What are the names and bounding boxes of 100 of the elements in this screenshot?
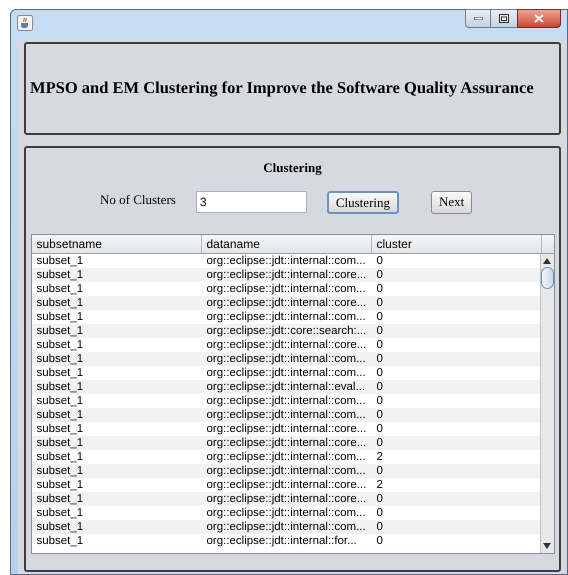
table-cell-text: 0: [376, 520, 383, 534]
table-cell-text: org::eclipse::jdt::internal::com...: [206, 394, 367, 408]
table-cell-text: org::eclipse::jdt::internal::com...: [206, 310, 367, 324]
table-cell-text: 0: [376, 296, 383, 310]
table-cell-text: subset_1: [36, 492, 84, 506]
table-cell-text: org::eclipse::jdt::internal::com...: [206, 366, 367, 380]
table-cell-text: org::eclipse::jdt::internal::com...: [206, 282, 367, 296]
table-row[interactable]: subset_1 org::eclipse::jdt::internal::com... 0: [32, 310, 540, 324]
close-button[interactable]: [517, 9, 561, 28]
field-label: No of Clusters: [100, 191, 176, 210]
table-cell-text: subset_1: [36, 450, 84, 464]
minimize-button[interactable]: [465, 9, 491, 28]
table-cell-text: 0: [376, 254, 383, 268]
table-cell-text: org::eclipse::jdt::internal::com...: [206, 352, 367, 366]
table-cell-text: org::eclipse::jdt::internal::core...: [206, 338, 368, 352]
table-cell-text: subset_1: [36, 436, 84, 450]
table-cell-text: subset_1: [36, 506, 84, 520]
table-row[interactable]: subset_1 org::eclipse::jdt::internal::core... 2: [32, 478, 540, 492]
table-row[interactable]: subset_1 org::eclipse::jdt::internal::com... 0: [32, 282, 540, 296]
table-cell-text: 0: [376, 338, 383, 352]
close-icon: [534, 14, 544, 23]
table-row[interactable]: subset_1 org::eclipse::jdt::internal::com... 0: [32, 394, 540, 408]
table-row[interactable]: subset_1 org::eclipse::jdt::internal::core... 0: [32, 492, 540, 506]
coffee-cup-icon: [17, 15, 33, 31]
table-cell-text: 2: [376, 478, 383, 492]
clusters-field[interactable]: 3: [196, 191, 307, 213]
panel-title: Clustering: [263, 159, 322, 177]
table-cell-text: subset_1: [36, 478, 84, 492]
column-header[interactable]: cluster: [372, 234, 542, 252]
table-cell-text: subset_1: [36, 366, 84, 380]
table-cell-text: subset_1: [36, 408, 84, 422]
table-cell-text: subset_1: [36, 422, 84, 436]
table-cell-text: 0: [376, 324, 383, 338]
table-row[interactable]: subset_1 org::eclipse::jdt::internal::core... 0: [32, 436, 540, 450]
scroll-thumb[interactable]: [540, 266, 554, 288]
table-cell-text: org::eclipse::jdt::core::search:...: [206, 324, 368, 338]
table-cell-text: 0: [376, 436, 383, 450]
table-row[interactable]: subset_1 org::eclipse::jdt::internal::com... 0: [32, 464, 540, 478]
table-row[interactable]: subset_1 org::eclipse::jdt::internal::com... 0: [32, 366, 540, 380]
table-cell-text: 0: [376, 352, 383, 366]
table-cell-text: subset_1: [36, 534, 84, 548]
table-row[interactable]: subset_1 org::eclipse::jdt::internal::com... 0: [32, 254, 540, 268]
table-cell-text: org::eclipse::jdt::internal::com...: [206, 520, 367, 534]
table-cell-text: 0: [376, 492, 383, 506]
table-cell-text: subset_1: [36, 296, 84, 310]
table-cell-text: org::eclipse::jdt::internal::core...: [206, 436, 368, 450]
table-cell-text: subset_1: [36, 338, 84, 352]
table-cell-text: 0: [376, 366, 383, 380]
table-cell-text: subset_1: [36, 268, 84, 282]
table-cell-text: org::eclipse::jdt::internal::core...: [206, 478, 368, 492]
table-row[interactable]: subset_1 org::eclipse::jdt::internal::com... 0: [32, 352, 540, 366]
table-cell-text: 0: [376, 380, 383, 394]
table-cell-text: 0: [376, 394, 383, 408]
table-cell-text: org::eclipse::jdt::internal::eval...: [206, 380, 366, 394]
table-cell-text: subset_1: [36, 324, 84, 338]
table-cell-text: 0: [376, 408, 383, 422]
table-cell-text: 0: [376, 506, 383, 520]
table-row[interactable]: subset_1 org::eclipse::jdt::core::search:... 0: [32, 324, 540, 338]
table-cell-text: org::eclipse::jdt::internal::com...: [206, 506, 367, 520]
table-row[interactable]: subset_1 org::eclipse::jdt::internal::core... 0: [32, 268, 540, 282]
table-cell-text: 0: [376, 534, 383, 548]
table-cell-text: subset_1: [36, 310, 84, 324]
table-row[interactable]: subset_1 org::eclipse::jdt::internal::core... 0: [32, 422, 540, 436]
table-cell-text: 0: [376, 268, 383, 282]
table-cell-text: 0: [376, 310, 383, 324]
table-cell-text: org::eclipse::jdt::internal::core...: [206, 492, 368, 506]
table-cell-text: subset_1: [36, 380, 84, 394]
table-cell-text: org::eclipse::jdt::internal::com...: [206, 450, 367, 464]
table-cell-text: 0: [376, 282, 383, 296]
column-header[interactable]: subsetname: [32, 234, 202, 252]
table-cell-text: org::eclipse::jdt::internal::com...: [206, 408, 367, 422]
restore-icon: [499, 14, 509, 23]
clustering-button[interactable]: Clustering: [326, 190, 400, 214]
table-cell-text: subset_1: [36, 520, 84, 534]
table-cell-text: subset_1: [36, 254, 84, 268]
table-cell-text: org::eclipse::jdt::internal::for...: [206, 534, 358, 548]
scroll-down-icon: [543, 542, 551, 550]
table-cell-text: subset_1: [36, 282, 84, 296]
app-title: MPSO and EM Clustering for Improve the Software Quality Assurance: [30, 77, 534, 100]
table-cell-text: org::eclipse::jdt::internal::core...: [206, 296, 368, 310]
scrollbar[interactable]: [540, 254, 554, 552]
table-row[interactable]: subset_1 org::eclipse::jdt::internal::eval... 0: [32, 380, 540, 394]
table-row[interactable]: subset_1 org::eclipse::jdt::internal::com... 2: [32, 450, 540, 464]
column-header[interactable]: dataname: [202, 234, 372, 252]
minimize-icon: [474, 17, 482, 20]
table-cell-text: 0: [376, 464, 383, 478]
table-row[interactable]: subset_1 org::eclipse::jdt::internal::com... 0: [32, 408, 540, 422]
table-row[interactable]: subset_1 org::eclipse::jdt::internal::core... 0: [32, 338, 540, 352]
table-cell-text: org::eclipse::jdt::internal::core...: [206, 268, 368, 282]
table-row[interactable]: subset_1 org::eclipse::jdt::internal::com... 0: [32, 506, 540, 520]
table-cell-text: 2: [376, 450, 383, 464]
table-row[interactable]: subset_1 org::eclipse::jdt::internal::com... 0: [32, 520, 540, 534]
maximize-button[interactable]: [491, 9, 517, 28]
scroll-up-icon: [543, 256, 551, 264]
table-cell-text: subset_1: [36, 464, 84, 478]
table-row[interactable]: subset_1 org::eclipse::jdt::internal::core... 0: [32, 296, 540, 310]
table-row[interactable]: subset_1 org::eclipse::jdt::internal::for... 0: [32, 534, 540, 548]
table-cell-text: org::eclipse::jdt::internal::core...: [206, 422, 368, 436]
next-button[interactable]: Next: [431, 190, 472, 214]
table-cell-text: subset_1: [36, 394, 84, 408]
